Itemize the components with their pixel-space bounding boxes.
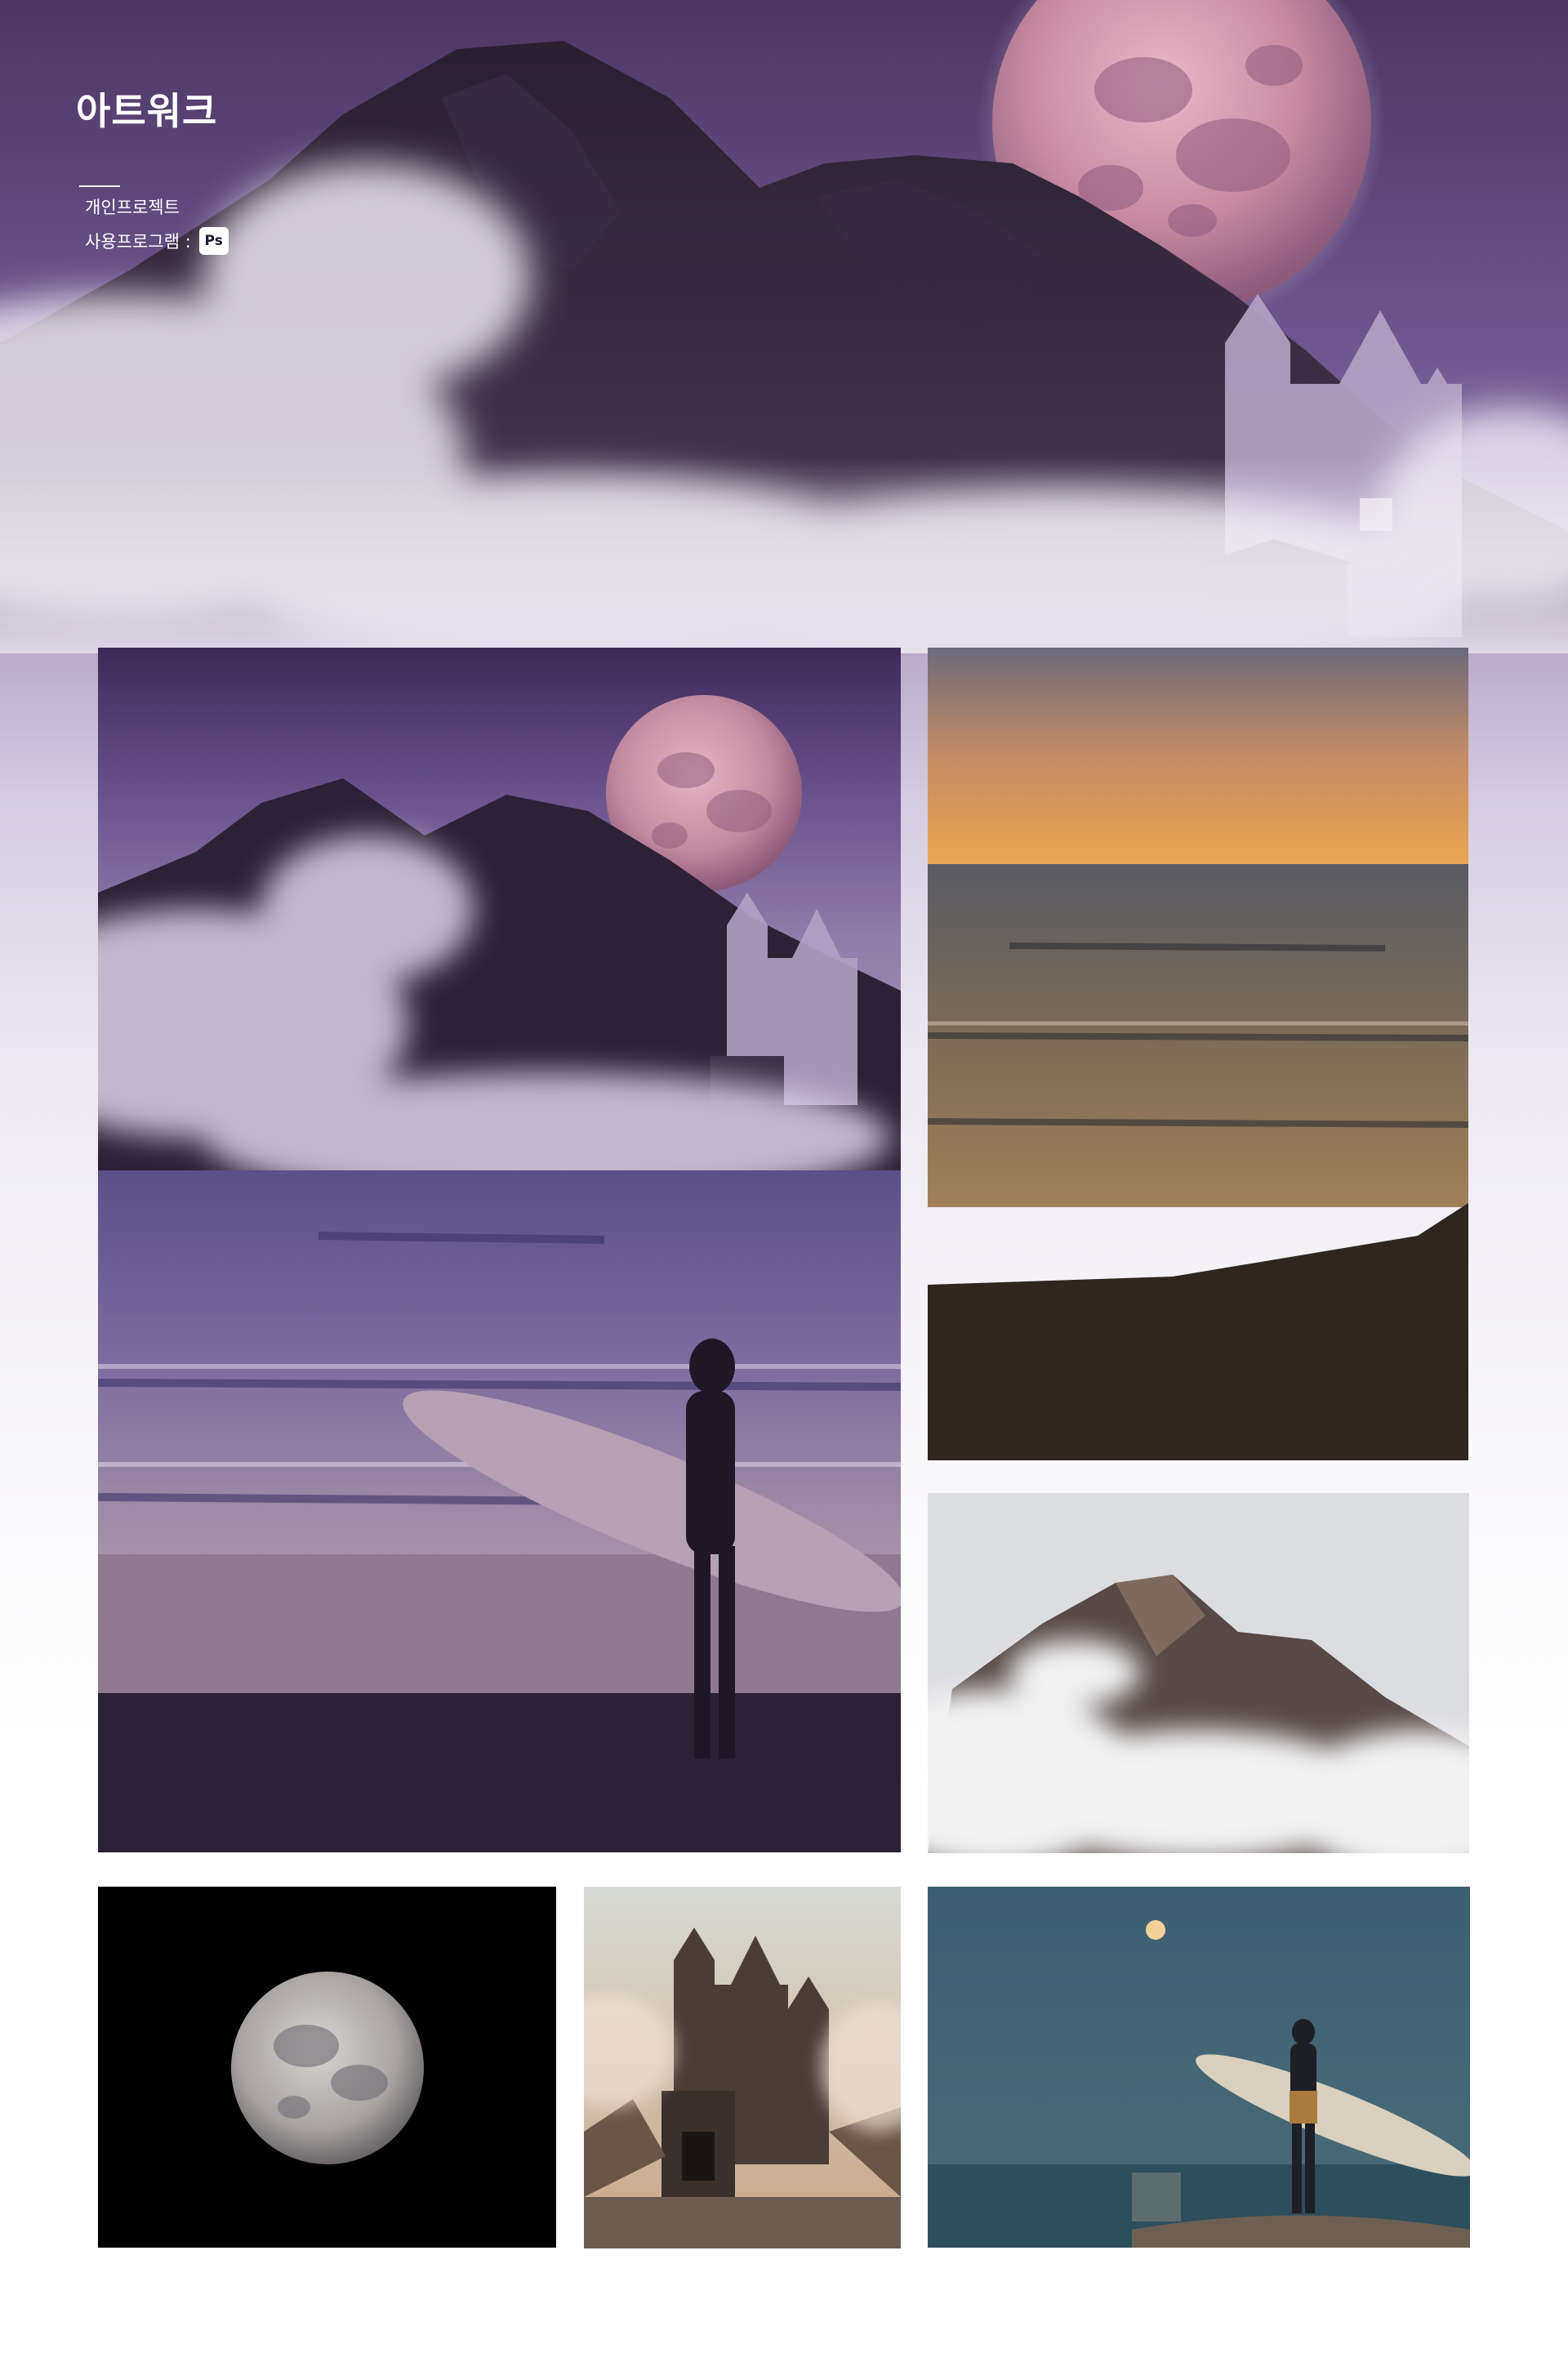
surfer-moon-image — [928, 1887, 1470, 2248]
hero-banner-artwork — [0, 0, 1568, 653]
program-info: 사용프로그램 : Ps — [85, 227, 229, 255]
program-label: 사용프로그램 : — [85, 232, 191, 252]
foggy-mountain-image — [928, 1493, 1469, 1853]
page-title: 아트워크 — [76, 89, 218, 133]
project-type-label: 개인프로젝트 — [85, 198, 180, 217]
photoshop-icon: Ps — [198, 227, 229, 255]
castle-image — [584, 1887, 901, 2248]
full-moon-image — [98, 1887, 556, 2248]
main-artwork-image — [98, 648, 901, 1852]
sunset-beach-image — [928, 648, 1468, 1460]
project-type: 개인프로젝트 — [85, 194, 180, 219]
title-divider — [79, 185, 120, 187]
